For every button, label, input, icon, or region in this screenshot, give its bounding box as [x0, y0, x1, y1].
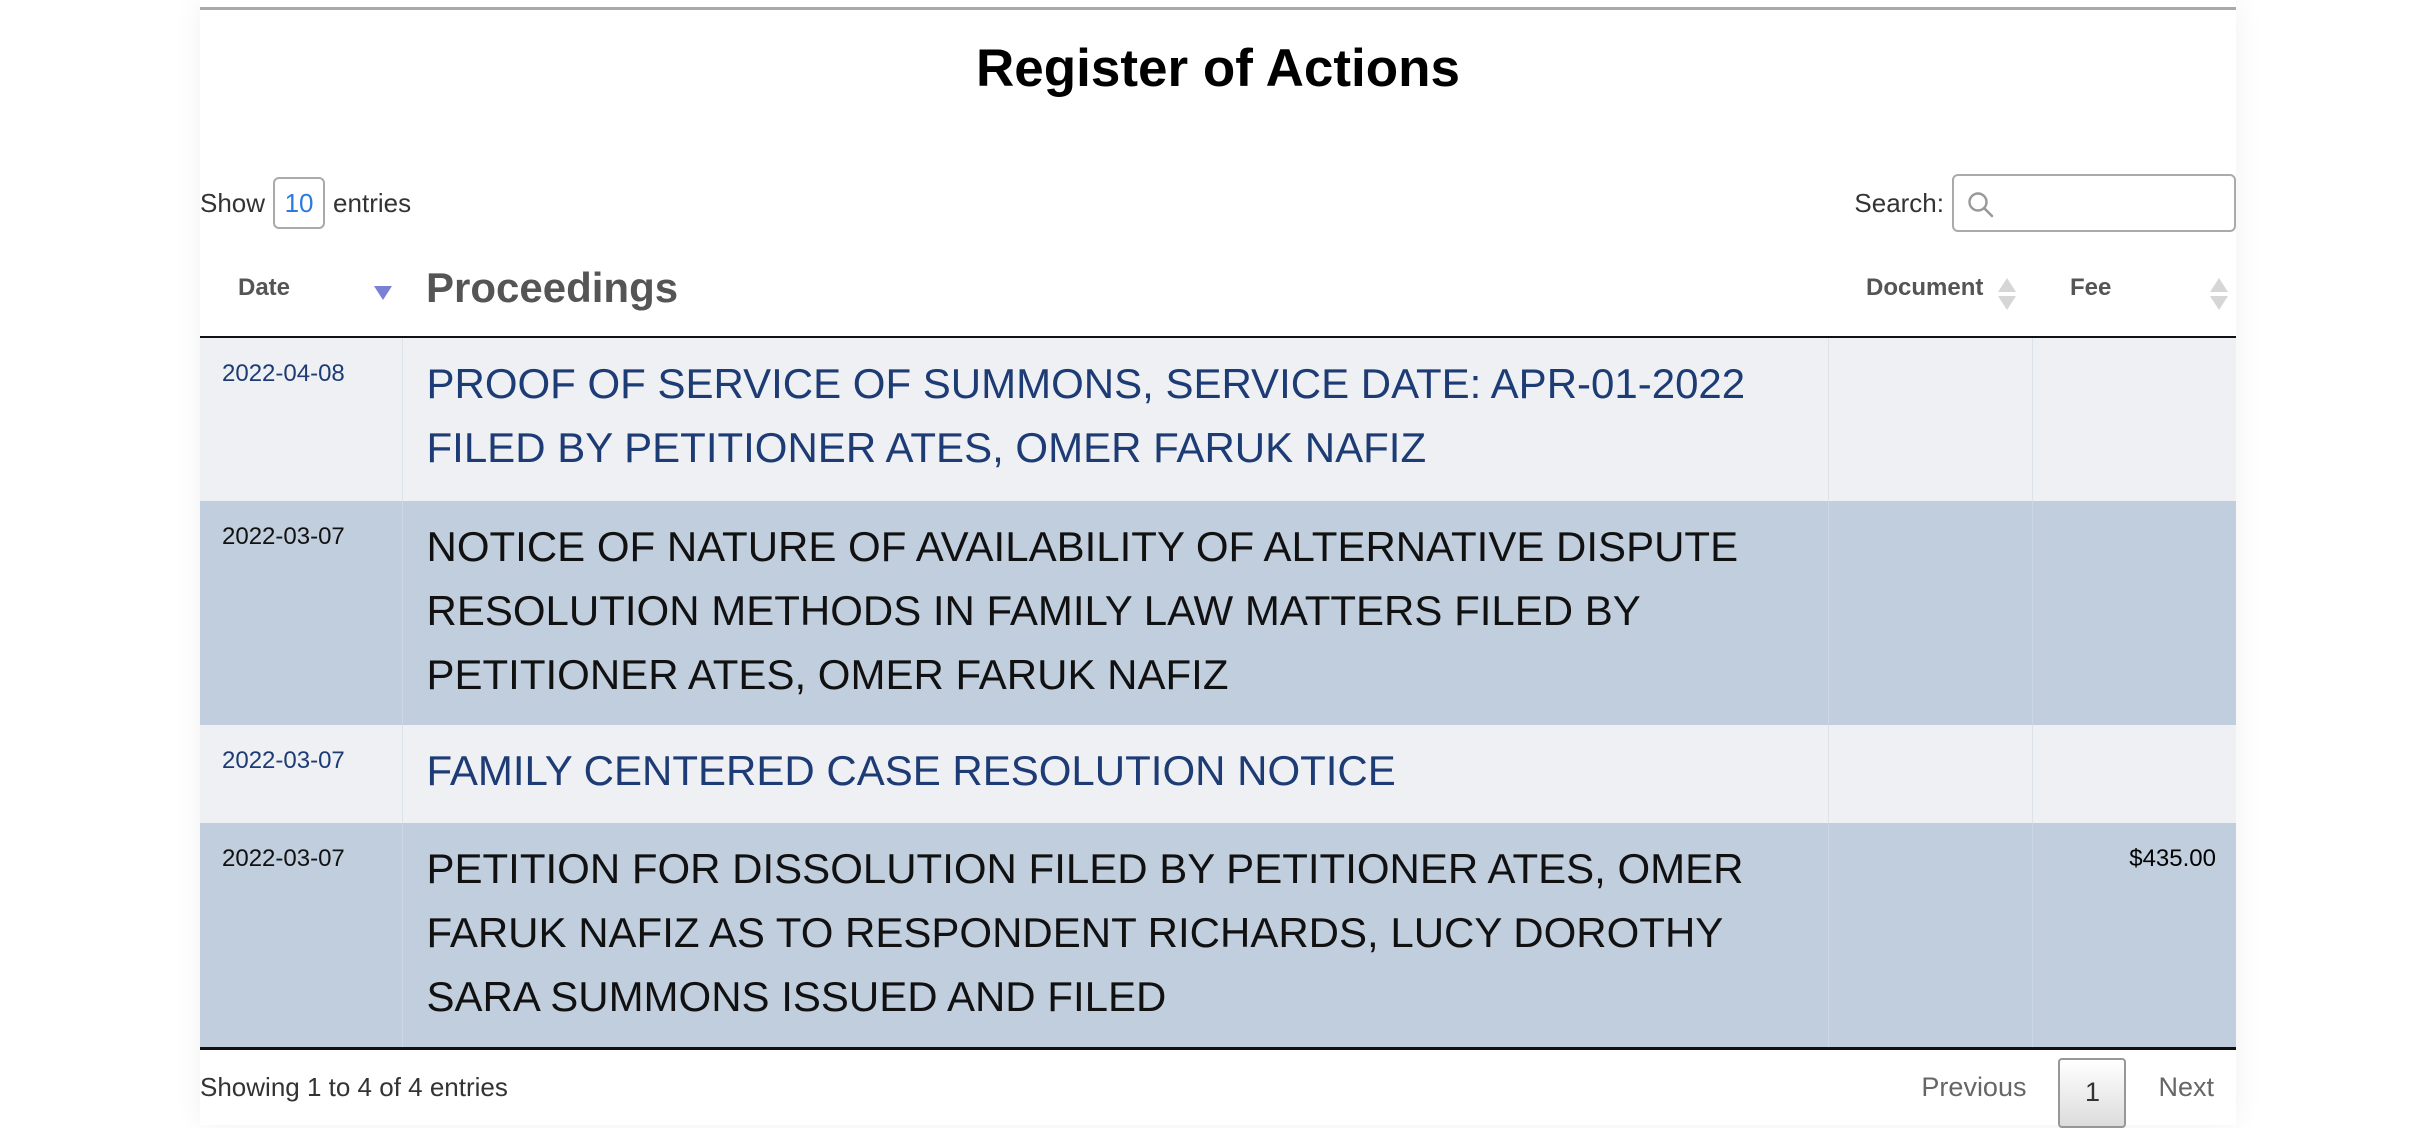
column-header-proceedings: Proceedings	[402, 240, 1828, 338]
page-length-control: Show 10 entries	[200, 174, 411, 232]
cell-fee: $435.00	[2031, 823, 2236, 1050]
cell-fee	[2031, 501, 2236, 725]
cell-fee	[2031, 337, 2236, 501]
page-1-button[interactable]: 1	[2058, 1058, 2127, 1128]
table-header-row: Date Proceedings Document Fee	[200, 240, 2236, 338]
table-row: 2022-04-08 PROOF OF SERVICE OF SUMMONS, …	[200, 337, 2236, 501]
search-input[interactable]	[2004, 184, 2228, 224]
entries-label: entries	[333, 187, 412, 218]
column-header-fee[interactable]: Fee	[2032, 240, 2236, 338]
page-length-select[interactable]: 10	[273, 177, 326, 229]
cell-proceedings: NOTICE OF NATURE OF AVAILABILITY OF ALTE…	[401, 501, 1828, 725]
sort-both-icon	[1998, 278, 2016, 312]
cell-document	[1827, 725, 2032, 823]
next-button[interactable]: Next	[2136, 1058, 2236, 1117]
cell-proceedings[interactable]: PROOF OF SERVICE OF SUMMONS, SERVICE DAT…	[401, 337, 1828, 501]
cell-date: 2022-04-08	[200, 337, 402, 501]
cell-document	[1827, 337, 2032, 501]
cell-document	[1827, 501, 2032, 725]
column-header-date[interactable]: Date	[200, 240, 402, 338]
search-box[interactable]	[1952, 174, 2236, 232]
column-header-date-label: Date	[238, 274, 291, 301]
show-label: Show	[200, 187, 266, 218]
page-title: Register of Actions	[976, 39, 1460, 98]
cell-date: 2022-03-07	[200, 823, 402, 1050]
previous-button[interactable]: Previous	[1899, 1058, 2048, 1117]
sort-descending-icon	[374, 286, 392, 300]
column-header-proceedings-label: Proceedings	[426, 264, 679, 311]
cell-proceedings[interactable]: FAMILY CENTERED CASE RESOLUTION NOTICE	[401, 725, 1828, 823]
search-icon	[1968, 192, 1994, 218]
column-header-document[interactable]: Document	[1828, 240, 2032, 338]
cell-proceedings: PETITION FOR DISSOLUTION FILED BY PETITI…	[401, 823, 1828, 1050]
top-divider	[200, 7, 2236, 10]
cell-fee	[2031, 725, 2236, 823]
cell-document	[1827, 823, 2032, 1050]
table-info: Showing 1 to 4 of 4 entries	[200, 1072, 508, 1102]
cell-date: 2022-03-07	[200, 501, 402, 725]
search-control: Search:	[1854, 174, 2236, 232]
register-table: Date Proceedings Document Fee 2022-04-08	[200, 240, 2236, 1050]
register-panel: Register of Actions Show 10 entries Sear…	[200, 0, 2236, 1128]
column-header-fee-label: Fee	[2070, 274, 2112, 301]
column-header-document-label: Document	[1866, 274, 1984, 301]
search-label: Search:	[1854, 187, 1944, 218]
pagination: Previous 1 Next	[1899, 1058, 2236, 1128]
sort-both-icon	[2210, 278, 2228, 312]
table-row: 2022-03-07 NOTICE OF NATURE OF AVAILABIL…	[200, 501, 2236, 725]
cell-date: 2022-03-07	[200, 725, 402, 823]
table-row: 2022-03-07 PETITION FOR DISSOLUTION FILE…	[200, 823, 2236, 1050]
table-row: 2022-03-07 FAMILY CENTERED CASE RESOLUTI…	[200, 725, 2236, 823]
